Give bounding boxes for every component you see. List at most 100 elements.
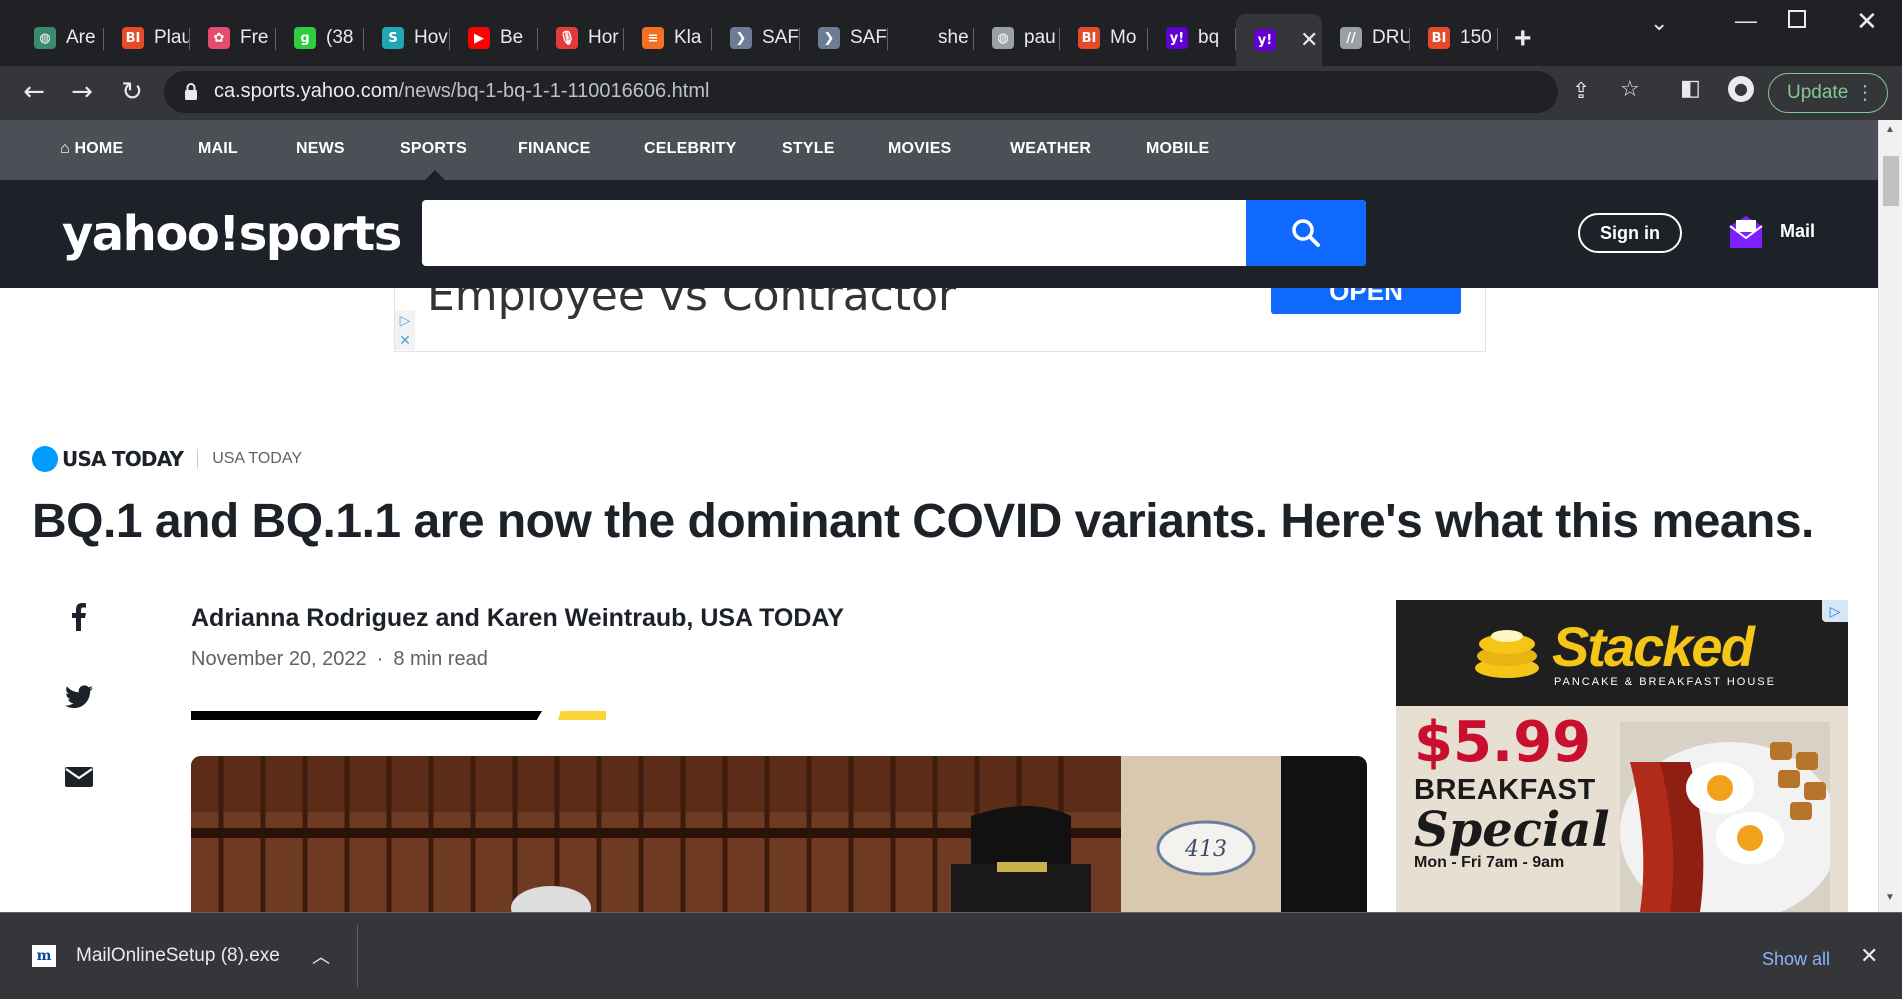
browser-tab[interactable]: y! ✕ bbox=[1236, 14, 1322, 66]
reload-button[interactable]: ↻ bbox=[116, 76, 148, 108]
close-window-icon[interactable]: ✕ bbox=[1856, 6, 1878, 37]
browser-tab[interactable]: ❯ SAF bbox=[800, 18, 888, 58]
browser-tab[interactable]: BI Plau bbox=[104, 18, 190, 58]
bookmark-star-icon[interactable]: ☆ bbox=[1620, 77, 1640, 102]
browser-tab[interactable]: ◍ Are bbox=[16, 18, 104, 58]
ad-open-button[interactable]: OPEN bbox=[1271, 288, 1461, 314]
close-download-bar-icon[interactable]: ✕ bbox=[1860, 943, 1878, 969]
browser-tab[interactable]: S Hov bbox=[364, 18, 450, 58]
provider-name[interactable]: USA TODAY bbox=[212, 450, 302, 468]
ad-price: $5.99 bbox=[1414, 710, 1592, 775]
close-tab-icon[interactable]: ✕ bbox=[1300, 27, 1318, 53]
nav-item-label: FINANCE bbox=[518, 140, 591, 157]
browser-tab[interactable]: ✿ Fre bbox=[190, 18, 276, 58]
new-tab-button[interactable]: + bbox=[1514, 22, 1532, 56]
tab-search-icon[interactable]: ⌄ bbox=[1650, 10, 1668, 36]
browser-tab[interactable]: ≡ Kla bbox=[624, 18, 712, 58]
yahoo-icon: y! bbox=[1166, 27, 1188, 49]
minimize-icon[interactable]: — bbox=[1735, 8, 1757, 34]
mail-icon[interactable] bbox=[1728, 214, 1764, 250]
stacked-subtitle: PANCAKE & BREAKFAST HOUSE bbox=[1554, 676, 1776, 688]
ad-close-icon[interactable]: ✕ bbox=[395, 330, 415, 350]
nav-item-mobile[interactable]: MOBILE bbox=[1146, 140, 1209, 158]
browser-tab[interactable]: BI 150 bbox=[1410, 18, 1498, 58]
youtube-icon: ▶ bbox=[468, 27, 490, 49]
nav-active-caret bbox=[425, 170, 445, 180]
sign-in-button[interactable]: Sign in bbox=[1578, 213, 1682, 253]
blank-favicon-icon bbox=[906, 27, 928, 49]
browser-tab[interactable]: 🎙 Hor bbox=[538, 18, 624, 58]
tab-title: Are bbox=[66, 27, 96, 48]
scroll-up-arrow-icon[interactable]: ▲ bbox=[1885, 124, 1895, 135]
facebook-share-button[interactable] bbox=[64, 602, 94, 632]
browser-tab[interactable]: ❯ SAF bbox=[712, 18, 800, 58]
nav-item-label: MOBILE bbox=[1146, 140, 1210, 157]
browser-tab[interactable]: y! bq bbox=[1148, 18, 1236, 58]
envelope-icon bbox=[65, 767, 93, 787]
page-scrollbar[interactable]: ▲ ▼ bbox=[1878, 120, 1902, 912]
tab-title: 150 bbox=[1460, 27, 1492, 48]
browser-tab[interactable]: she bbox=[888, 18, 974, 58]
address-bar[interactable]: ca.sports.yahoo.com/news/bq-1-bq-1-1-110… bbox=[164, 71, 1640, 113]
download-bar: m MailOnlineSetup (8).exe ︿ Show all ✕ bbox=[0, 912, 1902, 999]
nav-item-finance[interactable]: FINANCE bbox=[518, 140, 591, 158]
breakfast-plate-image bbox=[1620, 722, 1830, 912]
nav-item-home[interactable]: ⌂ HOME bbox=[60, 140, 123, 158]
adchoices-icon[interactable]: ▷ bbox=[395, 310, 415, 330]
share-icon[interactable]: ⇪ bbox=[1572, 79, 1590, 104]
tab-title: (38 bbox=[326, 27, 354, 48]
search-icon bbox=[1292, 219, 1320, 247]
nav-item-label: CELEBRITY bbox=[644, 140, 737, 157]
stacked-brand: Stacked bbox=[1552, 615, 1755, 678]
provider-row: USA TODAY USA TODAY bbox=[32, 446, 302, 472]
byline-rule-black bbox=[191, 711, 542, 720]
tab-title: Hov bbox=[414, 27, 448, 48]
scroll-down-arrow-icon[interactable]: ▼ bbox=[1885, 892, 1895, 903]
tab-title: SAF bbox=[850, 27, 887, 48]
download-options-chevron-icon[interactable]: ︿ bbox=[312, 943, 330, 969]
tab-title: Mo bbox=[1110, 27, 1137, 48]
nav-item-style[interactable]: STYLE bbox=[782, 140, 835, 158]
side-panel-icon[interactable]: ◧ bbox=[1680, 76, 1701, 101]
search-button[interactable] bbox=[1246, 200, 1366, 266]
yahoo-sports-logo[interactable]: yahoo!sports bbox=[62, 206, 402, 262]
update-button[interactable]: Update ⋮ bbox=[1768, 73, 1888, 113]
mail-link[interactable]: Mail bbox=[1780, 221, 1815, 242]
nav-item-news[interactable]: NEWS bbox=[296, 140, 345, 158]
menu-dots-icon[interactable]: ⋮ bbox=[1855, 80, 1875, 105]
profile-avatar-icon[interactable]: ● bbox=[1728, 76, 1754, 102]
browser-toolbar: ← → ↻ ca.sports.yahoo.com/news/bq-1-bq-1… bbox=[0, 66, 1902, 120]
browser-tab[interactable]: BI Mo bbox=[1060, 18, 1148, 58]
nav-item-celebrity[interactable]: CELEBRITY bbox=[644, 140, 736, 158]
stacked-ad-header: Stacked PANCAKE & BREAKFAST HOUSE bbox=[1396, 600, 1848, 706]
nav-item-mail[interactable]: MAIL bbox=[198, 140, 238, 158]
read-time: 8 min read bbox=[393, 648, 488, 670]
g-logo-icon: g bbox=[294, 27, 316, 49]
search-box[interactable] bbox=[422, 200, 1366, 266]
maximize-icon[interactable] bbox=[1788, 10, 1806, 28]
browser-tab[interactable]: ▶ Be bbox=[450, 18, 538, 58]
back-button[interactable]: ← bbox=[18, 76, 50, 108]
twitter-share-button[interactable] bbox=[64, 682, 94, 712]
nav-item-weather[interactable]: WEATHER bbox=[1010, 140, 1091, 158]
browser-tab[interactable]: ◍ pau bbox=[974, 18, 1060, 58]
browser-tab[interactable]: g (38 bbox=[276, 18, 364, 58]
download-filename[interactable]: MailOnlineSetup (8).exe bbox=[76, 945, 280, 967]
nav-item-movies[interactable]: MOVIES bbox=[888, 140, 951, 158]
adchoices-badge-icon[interactable]: ▷ bbox=[1822, 600, 1848, 622]
nav-item-label: HOME bbox=[74, 140, 124, 157]
forward-button[interactable]: → bbox=[66, 76, 98, 108]
stacked-side-ad[interactable]: Stacked PANCAKE & BREAKFAST HOUSE $5.99 … bbox=[1396, 600, 1848, 912]
article-hero-image[interactable]: 413 bbox=[191, 756, 1367, 912]
top-ad-banner[interactable]: Employee vs Contractor OPEN ▷ ✕ bbox=[394, 288, 1486, 352]
scrollbar-thumb[interactable] bbox=[1883, 156, 1899, 206]
nav-item-sports[interactable]: SPORTS bbox=[400, 140, 467, 158]
email-share-button[interactable] bbox=[64, 762, 94, 792]
search-input[interactable] bbox=[432, 202, 1252, 264]
dailymail-file-icon: m bbox=[32, 945, 56, 967]
show-all-downloads-button[interactable]: Show all bbox=[1746, 941, 1846, 977]
provider-logo[interactable]: USA TODAY bbox=[62, 447, 184, 471]
browser-tab[interactable]: // DRU bbox=[1322, 18, 1410, 58]
facebook-icon bbox=[72, 603, 86, 631]
tab-title: Kla bbox=[674, 27, 702, 48]
